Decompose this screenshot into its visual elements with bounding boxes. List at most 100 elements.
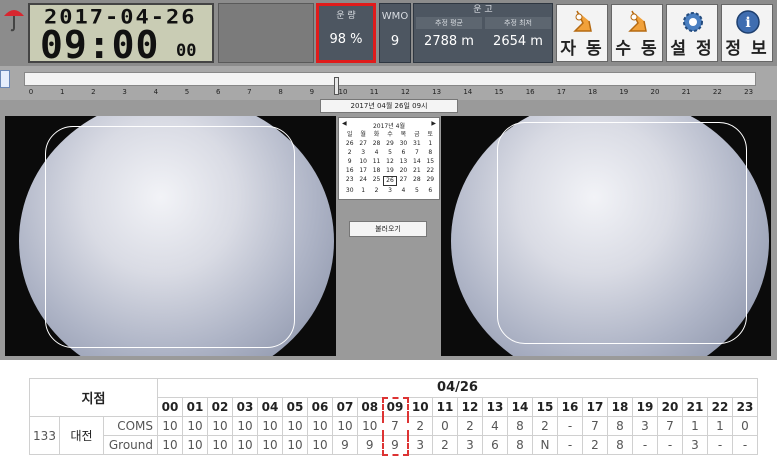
- time-slider[interactable]: [24, 72, 756, 95]
- calendar-day[interactable]: 9: [343, 158, 356, 166]
- hour-header: 11: [432, 397, 458, 417]
- slider-tick-label: 21: [681, 88, 691, 96]
- calendar-day[interactable]: 2: [343, 149, 356, 157]
- calendar-day[interactable]: 21: [410, 167, 423, 175]
- calendar-day[interactable]: 28: [410, 176, 423, 186]
- calendar-weekday: 화: [373, 131, 380, 138]
- calendar-day[interactable]: 5: [410, 187, 423, 195]
- calendar-day[interactable]: 28: [370, 140, 383, 148]
- settings-button-label: 설 정: [670, 39, 714, 59]
- calendar-day[interactable]: 30: [343, 187, 356, 195]
- calendar-day[interactable]: 24: [356, 176, 369, 186]
- slider-handle-left[interactable]: [0, 70, 10, 88]
- table-cell: 1: [707, 416, 733, 436]
- slider-tick-label: 10: [338, 88, 348, 96]
- hour-header: 20: [657, 397, 683, 417]
- load-button[interactable]: 불러오기: [349, 221, 427, 237]
- slider-tick-label: 19: [619, 88, 629, 96]
- calendar-day[interactable]: 23: [343, 176, 356, 186]
- calendar-day[interactable]: 26: [343, 140, 356, 148]
- calendar-day[interactable]: 22: [424, 167, 437, 175]
- clock-seconds: 00: [176, 41, 197, 61]
- hour-header: 12: [457, 397, 483, 417]
- hour-header: 22: [707, 397, 733, 417]
- roi-frame-right: [497, 122, 747, 344]
- calendar-day[interactable]: 7: [410, 149, 423, 157]
- roi-frame-left: [45, 126, 295, 348]
- table-cell: 10: [157, 435, 183, 455]
- calendar-day[interactable]: 29: [424, 176, 437, 186]
- auto-button[interactable]: 자 동: [556, 4, 608, 62]
- calendar-day[interactable]: 3: [356, 149, 369, 157]
- table-cell: 3: [457, 435, 483, 455]
- calendar-day[interactable]: 4: [397, 187, 410, 195]
- calendar-day[interactable]: 1: [424, 140, 437, 148]
- info-button-label: 정 보: [725, 39, 769, 59]
- calendar-day[interactable]: 17: [356, 167, 369, 175]
- calendar-day[interactable]: 5: [383, 149, 396, 157]
- hour-header: 17: [582, 397, 608, 417]
- calendar-day[interactable]: 27: [356, 140, 369, 148]
- cloud-height-label: 운 고: [473, 5, 493, 15]
- slider-tick-label: 9: [309, 88, 315, 96]
- calendar-day[interactable]: 16: [343, 167, 356, 175]
- min-height-value: 2654 m: [493, 34, 543, 49]
- blank-panel: [218, 3, 314, 63]
- calendar-day[interactable]: 26: [383, 176, 397, 186]
- calendar-day[interactable]: 12: [383, 158, 396, 166]
- hour-header: 10: [407, 397, 433, 417]
- table-cell: 10: [307, 435, 333, 455]
- calendar-day[interactable]: 2: [370, 187, 383, 195]
- manual-button[interactable]: 수 동: [611, 4, 663, 62]
- cloud-amount-value: 98 %: [329, 32, 363, 47]
- table-cell: 10: [207, 416, 233, 436]
- cloud-table: 지점 04/26 00 01 02 03 04 05 06 07 08 09 10 11 12 13 14 15 1…: [29, 378, 758, 456]
- slider-tick-label: 22: [712, 88, 722, 96]
- calendar-weekday: 일: [346, 131, 353, 138]
- calendar-day[interactable]: 29: [383, 140, 396, 148]
- calendar-day[interactable]: 10: [356, 158, 369, 166]
- calendar-day[interactable]: 27: [397, 176, 410, 186]
- settings-button[interactable]: 설 정: [666, 4, 718, 62]
- hour-header: 03: [232, 397, 258, 417]
- calendar-day[interactable]: 18: [370, 167, 383, 175]
- table-cell: 8: [507, 416, 533, 436]
- table-cell: 10: [282, 435, 308, 455]
- calendar-day[interactable]: 8: [424, 149, 437, 157]
- hour-header: 06: [307, 397, 333, 417]
- calendar-day[interactable]: 15: [424, 158, 437, 166]
- calendar-day[interactable]: 6: [397, 149, 410, 157]
- calendar-day[interactable]: 11: [370, 158, 383, 166]
- hour-header: 19: [632, 397, 658, 417]
- cloud-amount-label: 운 량: [336, 11, 356, 21]
- calendar-day[interactable]: 31: [410, 140, 423, 148]
- top-toolbar: 2017-04-26 09:00 00 운 량 98 % WMO 9 운 고 추…: [0, 0, 777, 67]
- wmo-value: 9: [390, 34, 400, 49]
- table-cell: 3: [632, 416, 658, 436]
- calendar-day[interactable]: 20: [397, 167, 410, 175]
- table-cell: 10: [232, 435, 258, 455]
- date-select-button[interactable]: 2017년 04월 26일 09시: [320, 99, 458, 113]
- umbrella-icon: [4, 10, 24, 32]
- info-icon: i: [736, 10, 760, 34]
- calendar-day[interactable]: 30: [397, 140, 410, 148]
- cloud-amount-box: 운 량 98 %: [316, 3, 376, 63]
- slider-tick-label: 6: [215, 88, 221, 96]
- calendar-weekday: 목: [400, 131, 407, 138]
- calendar-next-icon[interactable]: ▶: [431, 120, 436, 127]
- calendar-day[interactable]: 25: [370, 176, 383, 186]
- calendar[interactable]: ◀ 2017년 4월 ▶ 일 월 화 수 목 금 토 26 27 28 29 30 31 1 2 3 4 5 6 7 8…: [338, 117, 440, 200]
- slider-tick-label: 0: [28, 88, 34, 96]
- app-window: 2017-04-26 09:00 00 운 량 98 % WMO 9 운 고 추…: [0, 0, 777, 360]
- calendar-day[interactable]: 6: [424, 187, 437, 195]
- calendar-day[interactable]: 4: [370, 149, 383, 157]
- info-button[interactable]: i 정 보: [721, 4, 773, 62]
- calendar-day[interactable]: 14: [410, 158, 423, 166]
- calendar-day[interactable]: 19: [383, 167, 396, 175]
- table-cell: 2: [407, 416, 433, 436]
- min-height-label: 추정 최저: [485, 17, 551, 29]
- calendar-day[interactable]: 3: [383, 187, 396, 195]
- calendar-day[interactable]: 13: [397, 158, 410, 166]
- table-cell: -: [707, 435, 733, 455]
- calendar-day[interactable]: 1: [356, 187, 369, 195]
